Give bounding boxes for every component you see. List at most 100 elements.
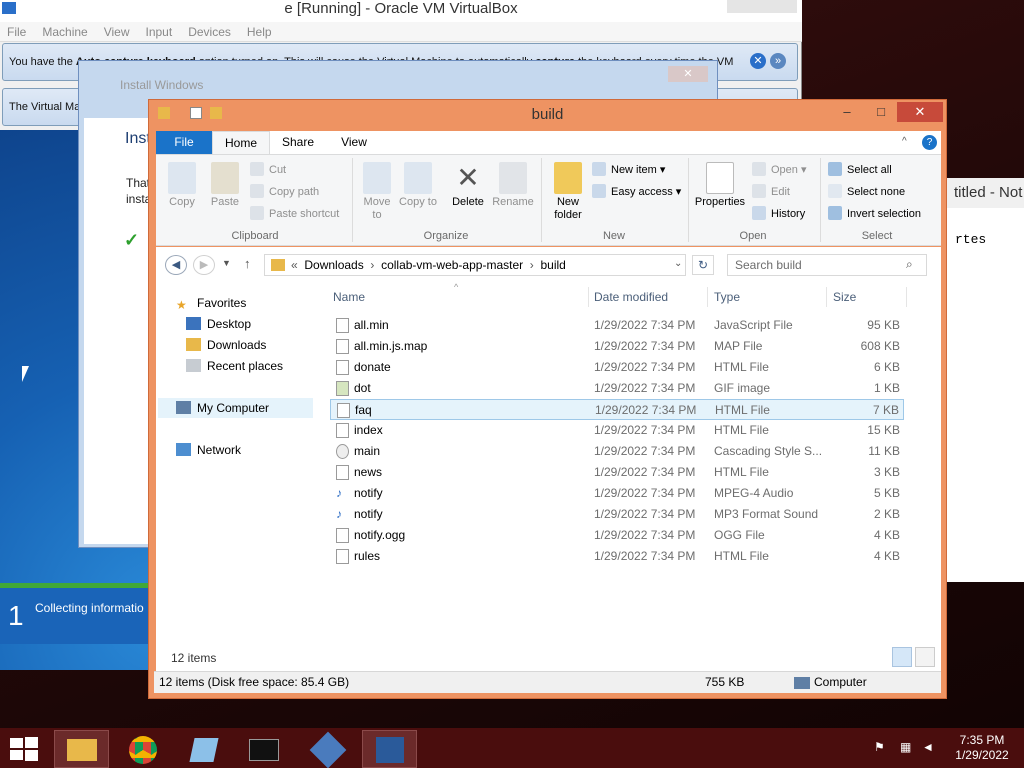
taskbar-explorer[interactable]	[54, 730, 109, 768]
search-input[interactable]: Search build	[727, 254, 927, 276]
copy-to-button[interactable]: Copy to	[399, 162, 437, 209]
action-center-icon[interactable]: ⚑	[874, 740, 888, 754]
file-row[interactable]: donate 1/29/2022 7:34 PM HTML File 6 KB	[330, 357, 904, 378]
file-row[interactable]: rules 1/29/2022 7:34 PM HTML File 4 KB	[330, 546, 904, 567]
close-button[interactable]: ✕	[897, 102, 943, 122]
column-separator[interactable]	[707, 287, 708, 307]
organize-group-label: Organize	[423, 230, 469, 242]
column-type[interactable]: Type	[714, 290, 740, 304]
tab-home[interactable]: Home	[212, 131, 270, 154]
rename-button[interactable]: Rename	[490, 162, 536, 209]
open-button[interactable]: Open ▾	[752, 160, 807, 180]
file-row[interactable]: notify.ogg 1/29/2022 7:34 PM OGG File 4 KB	[330, 525, 904, 546]
taskbar-notepad[interactable]	[176, 730, 231, 768]
file-row[interactable]: dot 1/29/2022 7:34 PM GIF image 1 KB	[330, 378, 904, 399]
clock-date: 1/29/2022	[955, 748, 1009, 762]
column-separator[interactable]	[588, 287, 589, 307]
easy-access-button[interactable]: Easy access ▾	[592, 182, 681, 202]
column-date-modified[interactable]: Date modified	[594, 290, 668, 304]
maximize-button[interactable]: □	[864, 102, 898, 122]
nav-my-computer[interactable]: My Computer	[158, 398, 313, 418]
column-separator[interactable]	[826, 287, 827, 307]
ribbon-separator	[541, 158, 542, 242]
clock[interactable]: 7:35 PM 1/29/2022	[940, 733, 1024, 763]
nav-favorites[interactable]: ★ Favorites	[176, 293, 246, 313]
notice-dismiss-icon[interactable]: »	[770, 53, 786, 69]
column-name[interactable]: Name	[333, 290, 365, 304]
new-item-button[interactable]: New item ▾	[592, 160, 665, 180]
edit-button[interactable]: Edit	[752, 182, 790, 202]
select-all-icon	[828, 162, 842, 176]
menu-view[interactable]: View	[97, 22, 139, 39]
menu-help[interactable]: Help	[240, 22, 281, 39]
large-icons-view-button[interactable]	[915, 647, 935, 667]
virtualbox-close-button[interactable]	[727, 0, 797, 13]
crumb-collab[interactable]: collab-vm-web-app-master	[381, 258, 523, 272]
nav-network[interactable]: Network	[176, 440, 241, 460]
history-button[interactable]: History	[752, 204, 805, 224]
recent-places-icon	[186, 359, 201, 372]
select-group-label: Select	[861, 230, 893, 242]
install-windows-title: Install Windows	[120, 78, 204, 92]
invert-selection-button[interactable]: Invert selection	[828, 204, 921, 224]
forward-button[interactable]: ▶	[193, 255, 215, 275]
network-tray-icon[interactable]: ▦	[900, 740, 914, 754]
column-size[interactable]: Size	[833, 290, 856, 304]
column-headers: Name ^ Date modified Type Size	[330, 282, 910, 309]
status-items: 12 items (Disk free space: 85.4 GB)	[159, 675, 350, 689]
nav-desktop[interactable]: Desktop	[186, 314, 251, 334]
menu-file[interactable]: File	[0, 22, 35, 39]
copy-path-button[interactable]: Copy path	[250, 182, 319, 202]
back-button[interactable]: ◀	[165, 255, 187, 275]
copy-button[interactable]: Copy	[162, 162, 202, 209]
refresh-icon[interactable]: ↻	[692, 255, 714, 275]
tab-share[interactable]: Share	[270, 131, 326, 154]
file-row[interactable]: ♪ notify 1/29/2022 7:34 PM MPEG-4 Audio 5 KB	[330, 483, 904, 504]
taskbar-7zip[interactable]	[362, 730, 417, 768]
file-row[interactable]: all.min.js.map 1/29/2022 7:34 PM MAP File 6…	[330, 336, 904, 357]
column-separator[interactable]	[906, 287, 907, 307]
file-row-selected[interactable]: faq 1/29/2022 7:34 PM HTML File 7 KB	[330, 399, 904, 420]
taskbar-virtualbox[interactable]	[300, 730, 355, 768]
collapse-ribbon-icon[interactable]: ^	[902, 136, 907, 147]
nav-downloads[interactable]: Downloads	[186, 335, 266, 355]
crumb-downloads[interactable]: Downloads	[304, 258, 363, 272]
help-icon[interactable]: ?	[922, 135, 937, 150]
new-folder-button[interactable]: New folder	[548, 162, 588, 222]
volume-icon[interactable]: ◄	[922, 740, 936, 754]
file-row[interactable]: main 1/29/2022 7:34 PM Cascading Style S..…	[330, 441, 904, 462]
taskbar-cmd[interactable]	[236, 730, 291, 768]
nav-recent-places[interactable]: Recent places	[186, 356, 283, 376]
menu-devices[interactable]: Devices	[181, 22, 240, 39]
delete-button[interactable]: ✕ Delete	[446, 162, 490, 209]
paste-shortcut-button[interactable]: Paste shortcut	[250, 204, 339, 224]
menu-machine[interactable]: Machine	[35, 22, 96, 39]
tab-file[interactable]: File	[156, 131, 212, 154]
install-close-button[interactable]: ✕	[668, 66, 708, 82]
taskbar-chrome[interactable]	[115, 730, 170, 768]
minimize-button[interactable]: –	[830, 102, 864, 122]
tab-view[interactable]: View	[326, 131, 382, 154]
details-view-button[interactable]	[892, 647, 912, 667]
setup-step-number: 1	[8, 600, 24, 631]
address-bar[interactable]: « Downloads › collab-vm-web-app-master ›…	[264, 254, 686, 276]
notepad-text: rtes	[955, 232, 987, 247]
file-row[interactable]: all.min 1/29/2022 7:34 PM JavaScript File 9…	[330, 315, 904, 336]
recent-locations-icon[interactable]: ▼	[222, 258, 231, 268]
paste-button[interactable]: Paste	[205, 162, 245, 209]
file-row[interactable]: news 1/29/2022 7:34 PM HTML File 3 KB	[330, 462, 904, 483]
move-to-button[interactable]: Move to	[358, 162, 396, 222]
select-none-button[interactable]: Select none	[828, 182, 905, 202]
up-arrow-icon[interactable]: ↑	[244, 256, 251, 271]
start-button[interactable]	[10, 737, 38, 761]
properties-button[interactable]: Properties	[694, 162, 746, 209]
search-icon[interactable]: ⌕	[906, 257, 913, 272]
cut-button[interactable]: Cut	[250, 160, 286, 180]
address-dropdown-icon[interactable]: ⌄	[674, 258, 682, 269]
crumb-build[interactable]: build	[540, 258, 565, 272]
file-row[interactable]: index 1/29/2022 7:34 PM HTML File 15 KB	[330, 420, 904, 441]
menu-input[interactable]: Input	[139, 22, 182, 39]
select-all-button[interactable]: Select all	[828, 160, 892, 180]
file-row[interactable]: ♪ notify 1/29/2022 7:34 PM MP3 Format Sound…	[330, 504, 904, 525]
notice-info-icon[interactable]: ✕	[750, 53, 766, 69]
